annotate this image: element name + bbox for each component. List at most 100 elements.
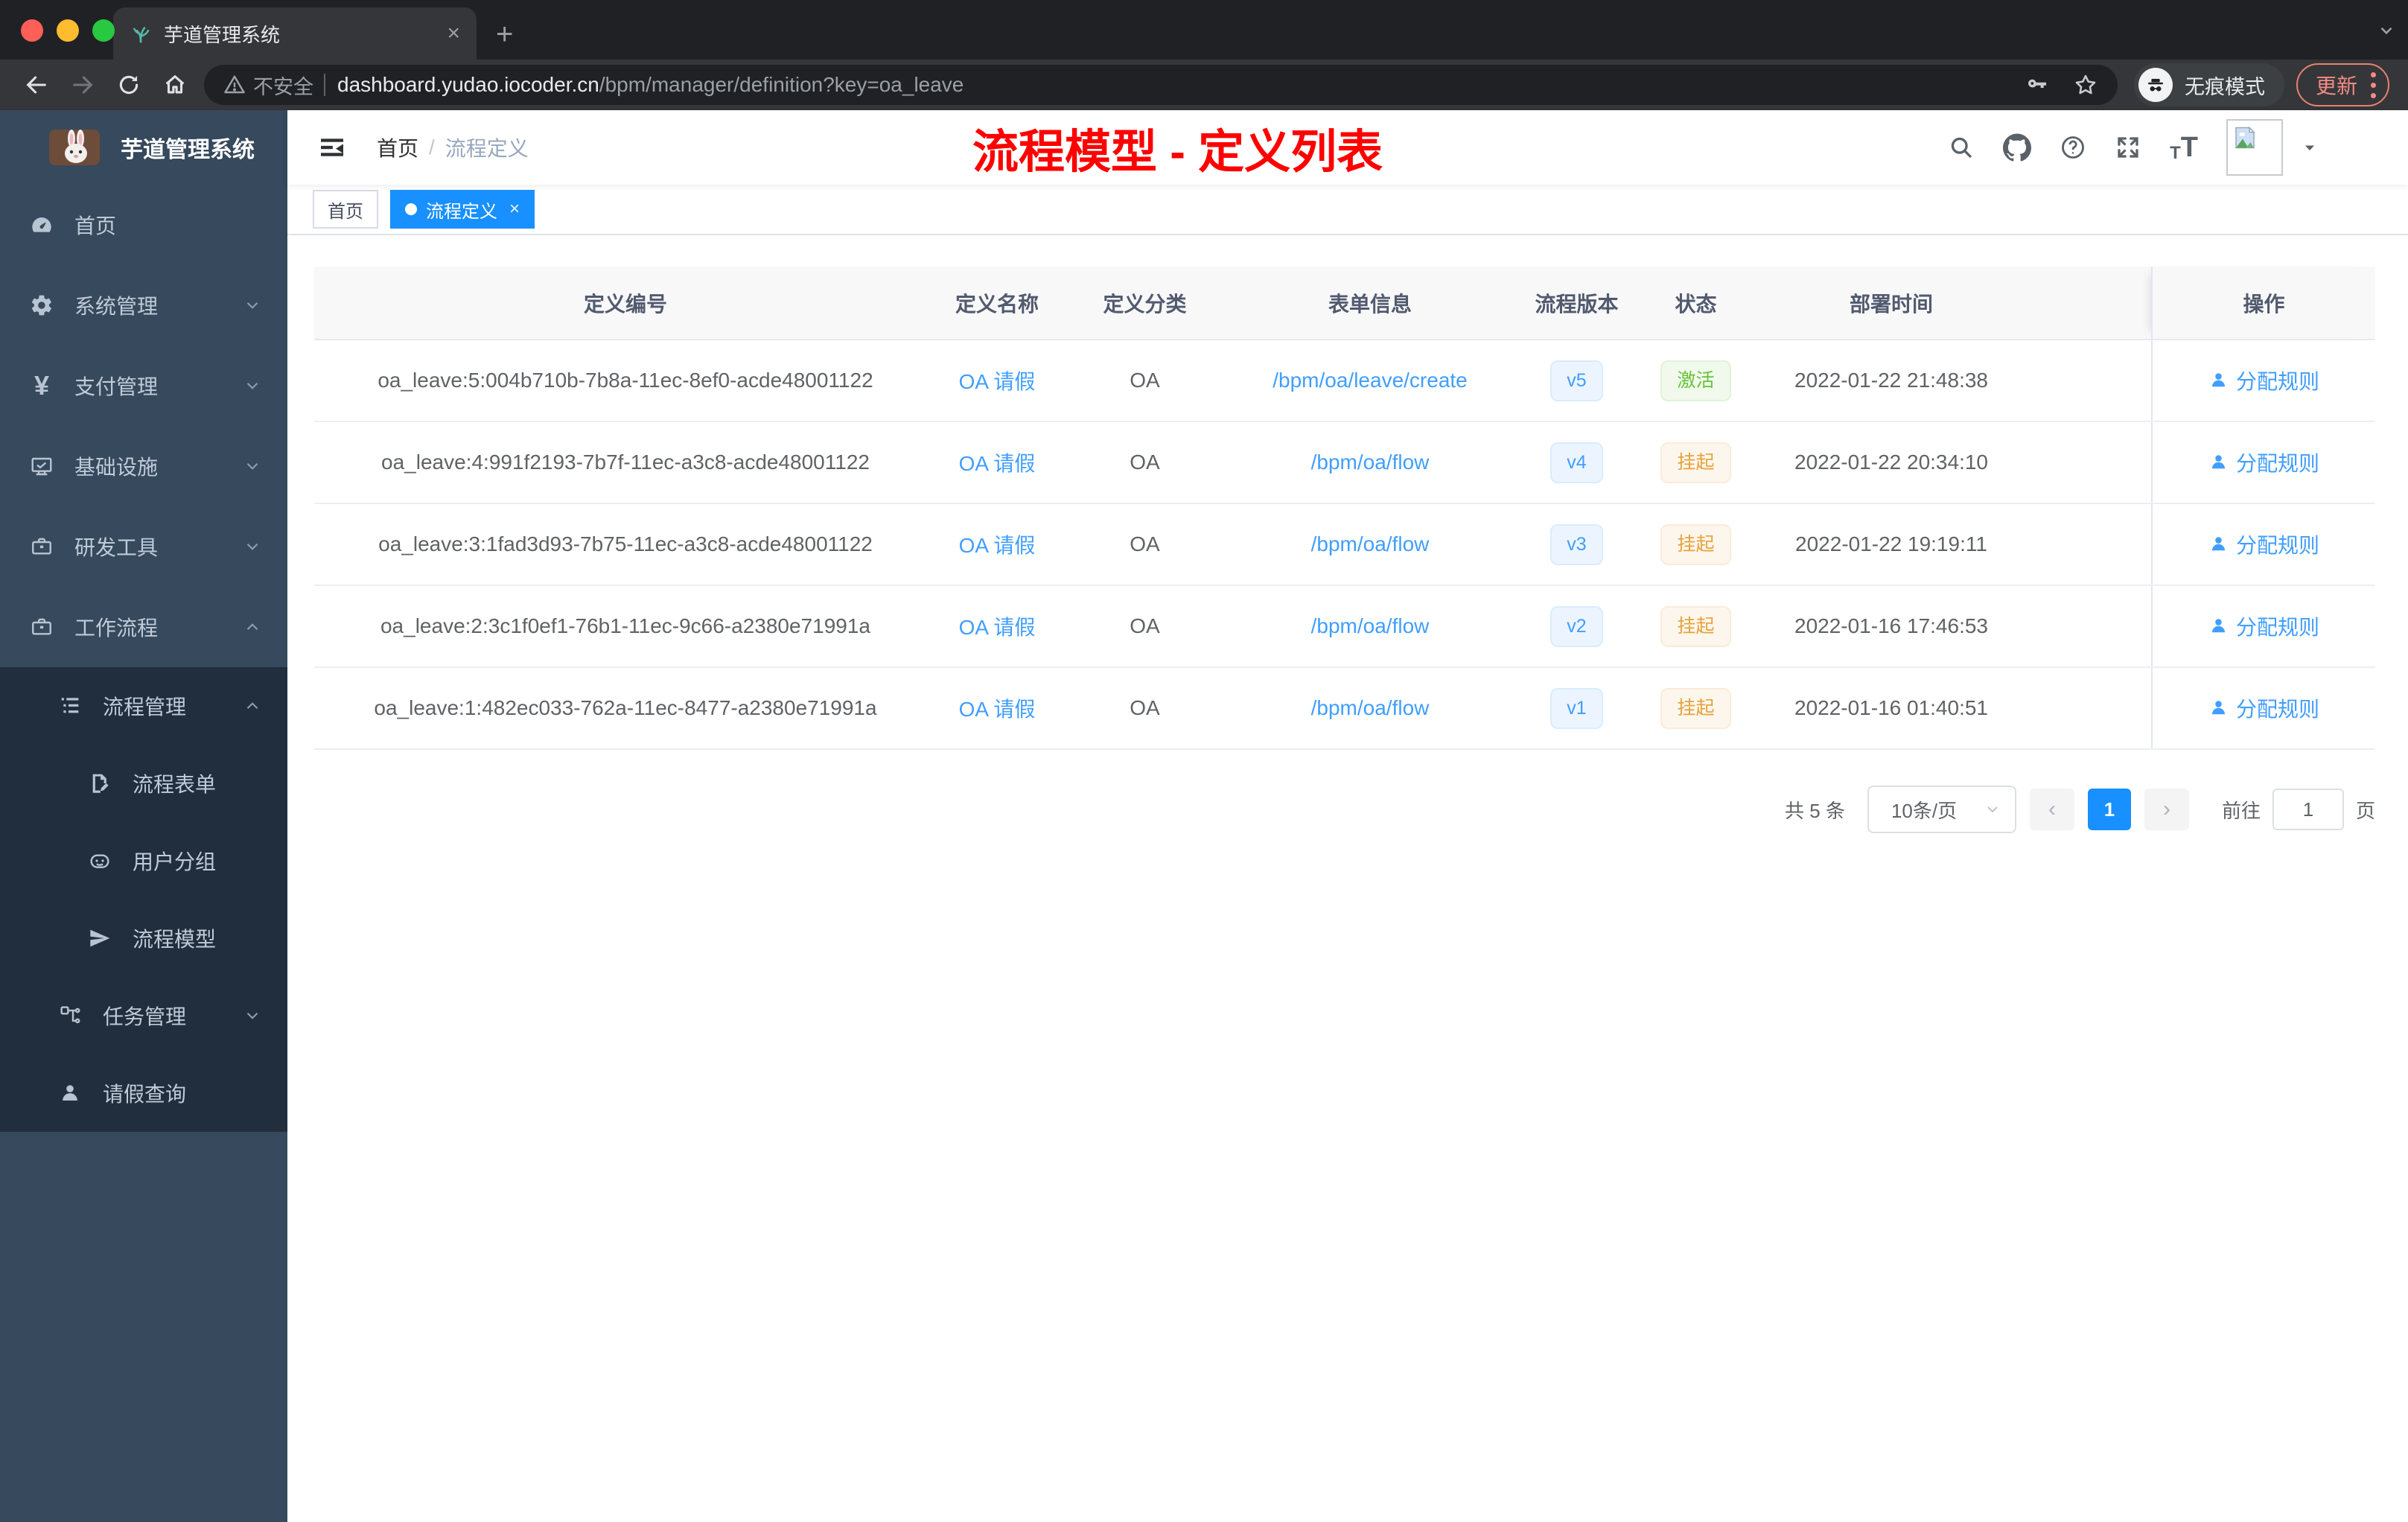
- form-link[interactable]: /bpm/oa/leave/create: [1273, 369, 1468, 392]
- col-process-version: 流程版本: [1508, 267, 1646, 340]
- form-link[interactable]: /bpm/oa/flow: [1311, 532, 1430, 555]
- tag-close-icon[interactable]: ×: [509, 199, 520, 220]
- prev-page-button[interactable]: ‹: [2029, 789, 2074, 830]
- chevron-up-icon: [243, 696, 262, 716]
- browser-menu-icon[interactable]: [2371, 71, 2377, 98]
- sidebar-item-process-form[interactable]: 流程表单: [0, 745, 287, 822]
- definition-name-link[interactable]: OA 请假: [959, 534, 1036, 557]
- search-icon[interactable]: [1948, 134, 1975, 161]
- table-row: oa_leave:5:004b710b-7b8a-11ec-8ef0-acde4…: [314, 340, 2375, 422]
- close-window-button[interactable]: [21, 19, 43, 42]
- col-deploy-time: 部署时间: [1746, 267, 2036, 340]
- col-definition-name: 定义名称: [937, 267, 1057, 340]
- pagination: 共 5 条 10条/页 ‹ 1 › 前往 页: [314, 786, 2375, 833]
- password-key-icon[interactable]: [2025, 73, 2049, 97]
- deploy-time: 2022-01-16 17:46:53: [1746, 585, 2036, 668]
- sidebar-collapse-icon[interactable]: [317, 133, 347, 162]
- document-edit-icon: [88, 771, 112, 795]
- url-bar[interactable]: 不安全 dashboard.yudao.iocoder.cn/bpm/manag…: [204, 65, 2118, 105]
- next-page-button[interactable]: ›: [2144, 789, 2189, 830]
- version-badge: v1: [1550, 687, 1603, 729]
- sidebar-item-home[interactable]: 首页: [0, 185, 287, 265]
- page-size-select[interactable]: 10条/页: [1867, 786, 2016, 833]
- sidebar-item-infrastructure[interactable]: 基础设施: [0, 426, 287, 506]
- user-avatar-broken-image[interactable]: [2226, 119, 2283, 176]
- home-icon[interactable]: [162, 72, 188, 98]
- assign-rule-button[interactable]: 分配规则: [2208, 693, 2319, 723]
- sidebar-item-task-management[interactable]: 任务管理: [0, 977, 287, 1054]
- tab-close-icon[interactable]: ×: [447, 22, 460, 45]
- page-unit-label: 页: [2355, 799, 2375, 822]
- sidebar-item-process-management[interactable]: 流程管理: [0, 667, 287, 745]
- definition-name-link[interactable]: OA 请假: [959, 370, 1036, 393]
- form-link[interactable]: /bpm/oa/flow: [1311, 614, 1430, 637]
- definition-name-link[interactable]: OA 请假: [959, 452, 1036, 475]
- back-icon[interactable]: [24, 72, 49, 98]
- assign-rule-button[interactable]: 分配规则: [2208, 611, 2319, 641]
- sidebar-item-workflow[interactable]: 工作流程: [0, 587, 287, 667]
- version-badge: v2: [1550, 605, 1603, 647]
- reload-icon[interactable]: [116, 72, 141, 98]
- tag-process-definition[interactable]: 流程定义 ×: [390, 190, 535, 229]
- status-badge: 挂起: [1660, 687, 1731, 729]
- avatar-caret-icon[interactable]: [2301, 138, 2319, 156]
- sidebar-item-system[interactable]: 系统管理: [0, 265, 287, 346]
- definition-table: 定义编号 定义名称 定义分类 表单信息 流程版本 状态 部署时间 操作 oa_l…: [314, 267, 2375, 750]
- github-icon[interactable]: [2003, 133, 2032, 162]
- favicon-plant-icon: [130, 22, 152, 45]
- definition-name-link[interactable]: OA 请假: [959, 616, 1036, 639]
- sidebar-item-user-group[interactable]: 用户分组: [0, 822, 287, 899]
- col-status: 状态: [1646, 267, 1746, 340]
- table-header-row: 定义编号 定义名称 定义分类 表单信息 流程版本 状态 部署时间 操作: [314, 267, 2375, 340]
- definition-category: OA: [1057, 667, 1232, 750]
- new-tab-button[interactable]: +: [496, 19, 513, 49]
- gear-icon: [30, 293, 54, 317]
- definition-id: oa_leave:2:3c1f0ef1-76b1-11ec-9c66-a2380…: [314, 585, 937, 668]
- sidebar-item-leave-query[interactable]: 请假查询: [0, 1054, 287, 1132]
- url-host: dashboard.yudao.iocoder.cn: [337, 73, 599, 96]
- active-tag-dot: [405, 203, 417, 215]
- sidebar-item-payment[interactable]: ¥ 支付管理: [0, 346, 287, 426]
- navbar: 首页 / 流程定义 流程模型 - 定义列表 TT: [287, 110, 2408, 185]
- form-link[interactable]: /bpm/oa/flow: [1311, 450, 1430, 474]
- tag-home[interactable]: 首页: [313, 190, 378, 229]
- red-annotation-title: 流程模型 - 定义列表: [972, 127, 1383, 178]
- minimize-window-button[interactable]: [57, 19, 79, 42]
- assign-rule-button[interactable]: 分配规则: [2208, 448, 2319, 477]
- zoom-window-button[interactable]: [92, 19, 115, 42]
- sidebar-item-dev-tools[interactable]: 研发工具: [0, 506, 287, 587]
- col-filler: [2036, 267, 2152, 340]
- user-icon: [2211, 373, 2226, 387]
- help-icon[interactable]: [2060, 134, 2086, 161]
- sidebar-item-process-model[interactable]: 流程模型: [0, 899, 287, 977]
- definition-name-link[interactable]: OA 请假: [959, 698, 1036, 721]
- definition-category: OA: [1057, 503, 1232, 586]
- logo-avatar: [49, 130, 100, 165]
- bookmark-star-icon[interactable]: [2073, 72, 2098, 98]
- goto-page-input[interactable]: [2272, 789, 2344, 830]
- assign-rule-button[interactable]: 分配规则: [2208, 366, 2319, 395]
- forward-icon[interactable]: [70, 72, 95, 98]
- breadcrumb-home[interactable]: 首页: [377, 133, 418, 162]
- robot-face-icon: [88, 849, 112, 873]
- security-label[interactable]: 不安全: [253, 71, 313, 100]
- current-page-button[interactable]: 1: [2087, 789, 2131, 830]
- user-icon: [58, 1081, 82, 1105]
- form-link[interactable]: /bpm/oa/flow: [1311, 696, 1430, 719]
- paper-plane-icon: [88, 926, 112, 950]
- browser-tab[interactable]: 芋道管理系统 ×: [113, 7, 477, 60]
- font-size-icon[interactable]: TT: [2170, 132, 2198, 164]
- status-badge: 挂起: [1660, 523, 1731, 565]
- window-controls[interactable]: [21, 19, 115, 42]
- monitor-icon: [30, 454, 54, 478]
- browser-toolbar: 不安全 dashboard.yudao.iocoder.cn/bpm/manag…: [0, 60, 2408, 110]
- app-logo[interactable]: 芋道管理系统: [0, 110, 287, 185]
- tab-search-chevron-icon[interactable]: [2377, 21, 2396, 40]
- user-icon: [2211, 537, 2226, 551]
- status-badge: 挂起: [1660, 605, 1731, 647]
- fullscreen-icon[interactable]: [2115, 134, 2141, 161]
- assign-rule-button[interactable]: 分配规则: [2208, 529, 2319, 559]
- browser-update-button[interactable]: 更新: [2296, 63, 2390, 106]
- col-definition-id: 定义编号: [314, 267, 937, 340]
- definition-id: oa_leave:5:004b710b-7b8a-11ec-8ef0-acde4…: [314, 340, 937, 422]
